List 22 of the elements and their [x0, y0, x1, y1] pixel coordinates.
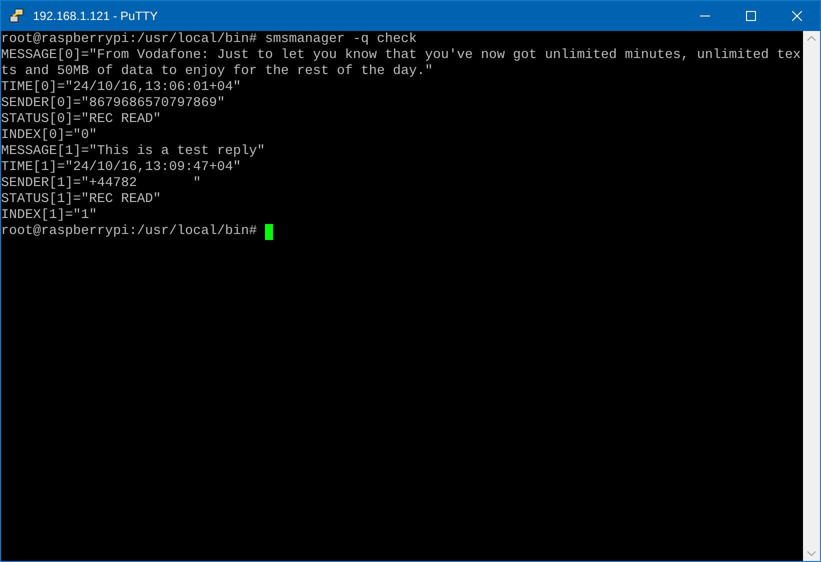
terminal-line: TIME[1]="24/10/16,13:09:47+04"	[1, 160, 241, 176]
terminal-app-icon	[9, 8, 25, 24]
terminal-line: STATUS[1]="REC READ"	[1, 192, 161, 208]
terminal-screen[interactable]	[1, 31, 803, 561]
terminal-line: MESSAGE[0]="From Vodafone: Just to let you know that you've now got unlimited minutes, unlimited tex	[1, 48, 801, 64]
shell-prompt: root@raspberrypi:/usr/local/bin#	[1, 224, 258, 240]
terminal-line: STATUS[0]="REC READ"	[1, 112, 161, 128]
window-title: 192.168.1.121 - PuTTY	[33, 8, 158, 25]
terminal-line: INDEX[0]="0"	[1, 128, 97, 144]
maximize-icon	[746, 11, 756, 21]
cursor-icon	[264, 224, 273, 240]
terminal-line: TIME[0]="24/10/16,13:06:01+04"	[1, 80, 241, 96]
terminal-line: ts and 50MB of data to enjoy for the rest of the day."	[1, 64, 433, 80]
terminal-line: root@raspberrypi:/usr/local/bin# smsmanager -q check	[1, 32, 417, 48]
scroll-up-icon[interactable]	[807, 35, 816, 41]
scroll-down-icon[interactable]	[807, 551, 816, 557]
scrollbar[interactable]	[803, 31, 820, 561]
terminal-line: SENDER[0]="8679686570797869"	[1, 96, 225, 112]
terminal-line: MESSAGE[1]="This is a test reply"	[1, 144, 265, 160]
close-icon	[792, 11, 802, 21]
terminal-line: SENDER[1]="+44782 "	[1, 176, 201, 192]
terminal-line: INDEX[1]="1"	[1, 208, 97, 224]
